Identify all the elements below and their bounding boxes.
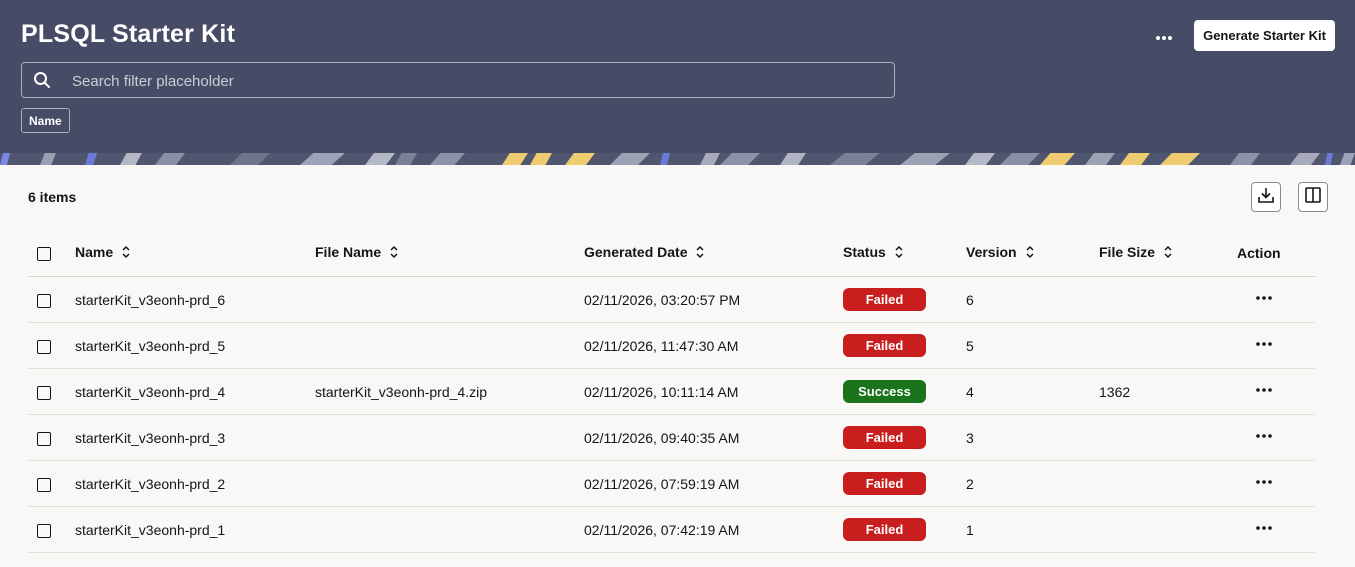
row-actions-button[interactable] [1255, 290, 1273, 301]
cell-generated-date: 02/11/2026, 07:42:19 AM [584, 506, 843, 553]
column-header-file-name[interactable]: File Name [315, 230, 584, 277]
sort-icon[interactable] [894, 245, 904, 262]
cell-file-size [1099, 276, 1237, 323]
page-title: PLSQL Starter Kit [21, 20, 236, 48]
cell-name: starterKit_v3eonh-prd_5 [75, 322, 315, 369]
cell-file-size [1099, 460, 1237, 507]
status-badge: Failed [843, 472, 926, 495]
cell-name: starterKit_v3eonh-prd_6 [75, 276, 315, 323]
download-icon [1257, 186, 1275, 209]
status-badge: Failed [843, 518, 926, 541]
table-row[interactable]: starterKit_v3eonh-prd_3 02/11/2026, 09:40… [28, 414, 1315, 461]
row-actions-button[interactable] [1255, 474, 1273, 485]
cell-version: 3 [966, 414, 1099, 461]
column-header-action: Action [1237, 230, 1315, 277]
page-header: PLSQL Starter Kit Generate Starter Kit N… [0, 0, 1355, 165]
cell-name: starterKit_v3eonh-prd_3 [75, 414, 315, 461]
cell-version: 2 [966, 460, 1099, 507]
row-actions-button[interactable] [1255, 382, 1273, 393]
cell-file-size [1099, 506, 1237, 553]
column-panel-icon [1304, 186, 1322, 209]
column-panel-button[interactable] [1298, 182, 1328, 212]
cell-generated-date: 02/11/2026, 11:47:30 AM [584, 322, 843, 369]
cell-version: 4 [966, 368, 1099, 415]
table-row[interactable]: starterKit_v3eonh-prd_1 02/11/2026, 07:42… [28, 506, 1315, 553]
cell-generated-date: 02/11/2026, 10:11:14 AM [584, 368, 843, 415]
cell-file-size: 1362 [1099, 368, 1237, 415]
download-button[interactable] [1251, 182, 1281, 212]
cell-file-name [315, 414, 584, 461]
cell-generated-date: 02/11/2026, 07:59:19 AM [584, 460, 843, 507]
row-checkbox[interactable] [37, 385, 51, 400]
row-checkbox[interactable] [37, 293, 51, 308]
row-actions-button[interactable] [1255, 520, 1273, 531]
sort-icon[interactable] [1163, 245, 1173, 262]
table-row[interactable]: starterKit_v3eonh-prd_6 02/11/2026, 03:20… [28, 276, 1315, 323]
column-header-status[interactable]: Status [843, 230, 966, 277]
cell-file-name [315, 322, 584, 369]
more-horizontal-icon [1255, 285, 1273, 305]
row-checkbox[interactable] [37, 523, 51, 538]
more-horizontal-icon [1255, 423, 1273, 443]
row-checkbox[interactable] [37, 431, 51, 446]
filter-chip-name[interactable]: Name [21, 108, 70, 133]
search-field[interactable] [21, 62, 895, 99]
table-header-row: Name File Name Generated Date Status Ver… [28, 230, 1315, 277]
cell-name: starterKit_v3eonh-prd_2 [75, 460, 315, 507]
cell-file-size [1099, 322, 1237, 369]
more-horizontal-icon [1155, 24, 1173, 47]
cell-name: starterKit_v3eonh-prd_1 [75, 506, 315, 553]
cell-version: 1 [966, 506, 1099, 553]
cell-file-size [1099, 414, 1237, 461]
search-input[interactable] [70, 63, 884, 99]
cell-file-name [315, 276, 584, 323]
cell-file-name: starterKit_v3eonh-prd_4.zip [315, 368, 584, 415]
header-decorative-banner [0, 153, 1355, 165]
status-badge: Success [843, 380, 926, 403]
sort-icon[interactable] [1025, 245, 1035, 262]
table-row[interactable]: starterKit_v3eonh-prd_2 02/11/2026, 07:59… [28, 460, 1315, 507]
column-header-version[interactable]: Version [966, 230, 1099, 277]
more-horizontal-icon [1255, 515, 1273, 535]
cell-version: 5 [966, 322, 1099, 369]
row-checkbox[interactable] [37, 477, 51, 492]
table-row[interactable]: starterKit_v3eonh-prd_5 02/11/2026, 11:47… [28, 322, 1315, 369]
cell-generated-date: 02/11/2026, 09:40:35 AM [584, 414, 843, 461]
generate-starter-kit-button[interactable]: Generate Starter Kit [1194, 20, 1335, 51]
status-badge: Failed [843, 334, 926, 357]
sort-icon[interactable] [121, 245, 131, 262]
more-horizontal-icon [1255, 377, 1273, 397]
column-header-generated-date[interactable]: Generated Date [584, 230, 843, 277]
column-header-file-size[interactable]: File Size [1099, 230, 1237, 277]
select-all-checkbox[interactable] [37, 247, 51, 262]
sort-icon[interactable] [389, 245, 399, 262]
more-horizontal-icon [1255, 331, 1273, 351]
starter-kit-table: Name File Name Generated Date Status Ver… [28, 230, 1315, 553]
row-actions-button[interactable] [1255, 428, 1273, 439]
status-badge: Failed [843, 426, 926, 449]
row-actions-button[interactable] [1255, 336, 1273, 347]
cell-file-name [315, 460, 584, 507]
table-row[interactable]: starterKit_v3eonh-prd_4 starterKit_v3eonh… [28, 368, 1315, 415]
column-header-name[interactable]: Name [75, 230, 315, 277]
more-options-button[interactable] [1148, 22, 1180, 48]
row-checkbox[interactable] [37, 339, 51, 354]
cell-version: 6 [966, 276, 1099, 323]
cell-generated-date: 02/11/2026, 03:20:57 PM [584, 276, 843, 323]
status-badge: Failed [843, 288, 926, 311]
sort-icon[interactable] [695, 245, 705, 262]
cell-file-name [315, 506, 584, 553]
more-horizontal-icon [1255, 469, 1273, 489]
items-count: 6 items [28, 189, 77, 205]
cell-name: starterKit_v3eonh-prd_4 [75, 368, 315, 415]
search-icon [33, 71, 51, 89]
